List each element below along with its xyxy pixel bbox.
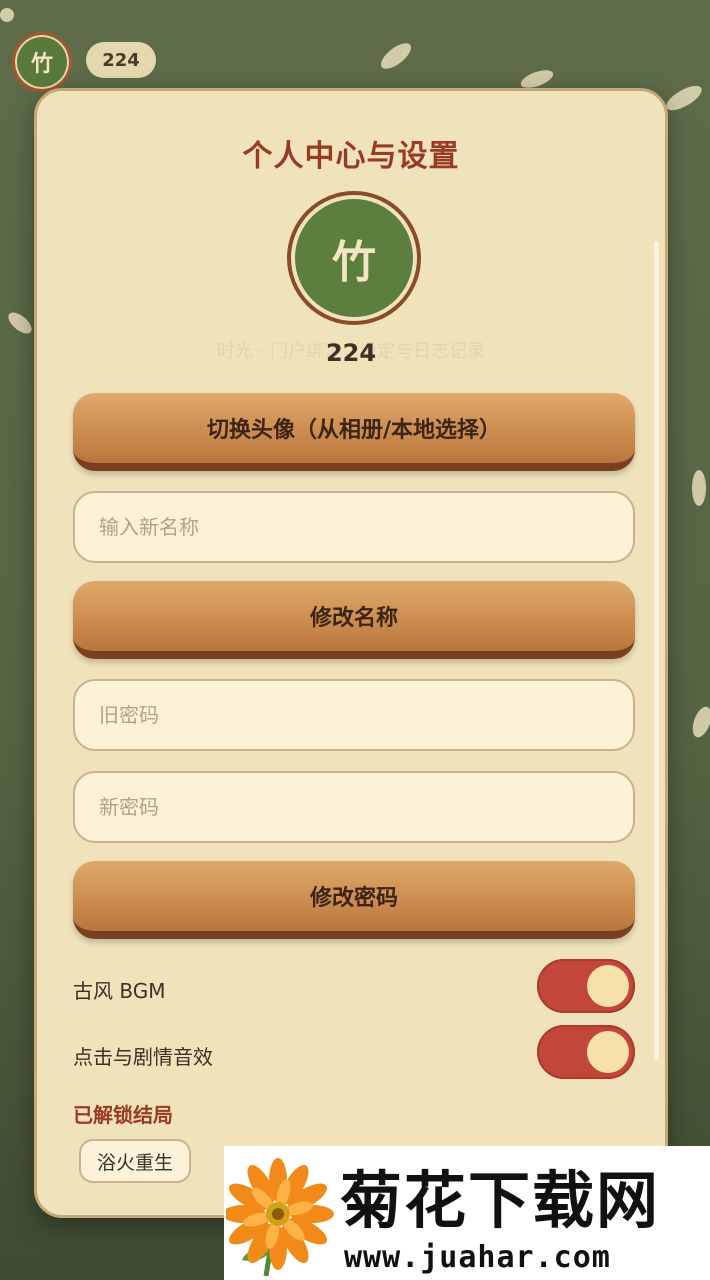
change-avatar-button[interactable]: 切换头像（从相册/本地选择） — [73, 393, 635, 471]
bgm-toggle[interactable] — [537, 959, 635, 1013]
top-score-value: 224 — [102, 49, 140, 71]
watermark-title: 菊花下载网 — [340, 1164, 661, 1237]
toggle-knob — [587, 1031, 629, 1073]
endings-section-title: 已解锁结局 — [73, 1103, 173, 1127]
settings-panel: 个人中心与设置 时光 · 门户绑定 · 设定与日志记录 竹 224 切换头像（从… — [34, 88, 668, 1218]
sfx-toggle[interactable] — [537, 1025, 635, 1079]
bgm-toggle-label: 古风 BGM — [73, 979, 166, 1003]
rename-label: 修改名称 — [309, 606, 398, 631]
profile-avatar[interactable]: 竹 — [287, 191, 421, 325]
new-password-input[interactable] — [73, 771, 635, 843]
flower-logo-icon — [226, 1158, 334, 1276]
panel-title: 个人中心与设置 — [242, 139, 460, 174]
watermark: 菊花下载网 www.juahar.com — [224, 1146, 710, 1280]
top-avatar-char: 竹 — [30, 52, 53, 77]
panel-scrollbar[interactable] — [654, 241, 659, 1061]
change-avatar-label: 切换头像（从相册/本地选择） — [206, 418, 502, 443]
user-score: 224 — [325, 339, 377, 367]
background-leaf — [376, 38, 416, 74]
change-password-label: 修改密码 — [309, 886, 398, 911]
ending-chip[interactable]: 浴火重生 — [79, 1139, 192, 1183]
toggle-knob — [587, 965, 629, 1007]
profile-avatar-char: 竹 — [332, 237, 376, 288]
background-leaf — [689, 704, 710, 740]
ending-chip-label: 浴火重生 — [97, 1151, 174, 1174]
change-password-button[interactable]: 修改密码 — [73, 861, 635, 939]
sfx-toggle-label: 点击与剧情音效 — [73, 1045, 213, 1069]
old-password-input[interactable] — [73, 679, 635, 751]
rename-button[interactable]: 修改名称 — [73, 581, 635, 659]
background-leaf — [662, 81, 706, 115]
background-leaf — [0, 8, 14, 22]
top-score-badge: 224 — [86, 42, 156, 78]
profile-avatar-inner: 竹 — [295, 199, 413, 317]
new-name-input[interactable] — [73, 491, 635, 563]
watermark-url: www.juahar.com — [344, 1240, 611, 1275]
background-leaf — [4, 308, 36, 338]
top-avatar[interactable]: 竹 — [12, 32, 72, 92]
background-leaf — [692, 470, 706, 506]
